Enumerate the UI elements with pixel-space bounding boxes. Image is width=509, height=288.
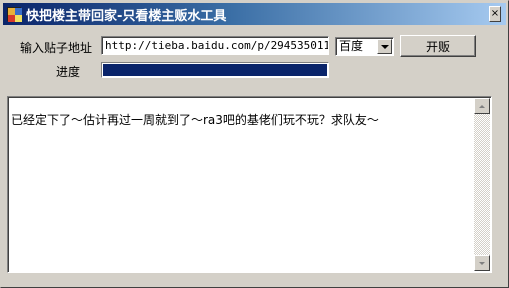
source-select[interactable]: 百度: [335, 37, 394, 56]
progress-fill: [103, 64, 327, 76]
scroll-down-icon[interactable]: [474, 255, 490, 271]
progress-label: 进度: [56, 65, 81, 79]
title-bar[interactable]: 快把楼主带回家-只看楼主贩水工具 ×: [3, 3, 506, 25]
title-controls: ×: [488, 5, 502, 23]
scroll-up-icon[interactable]: [474, 98, 490, 114]
main-window: 快把楼主带回家-只看楼主贩水工具 × 输入贴子地址 http://tieba.b…: [0, 0, 509, 288]
progress-bar: [101, 62, 329, 78]
url-label: 输入贴子地址: [20, 41, 93, 55]
vertical-scrollbar[interactable]: [474, 98, 490, 271]
output-textarea[interactable]: 已经定下了～估计再过一周就到了～ra3吧的基佬们玩不玩？求队友～: [7, 96, 492, 273]
start-button[interactable]: 开贩: [400, 35, 476, 57]
window-title: 快把楼主带回家-只看楼主贩水工具: [26, 8, 227, 24]
dropdown-arrow-icon[interactable]: [377, 39, 392, 54]
output-text: 已经定下了～估计再过一周就到了～ra3吧的基佬们玩不玩？求队友～: [11, 113, 379, 127]
start-button-label: 开贩: [425, 39, 450, 54]
app-icon: [7, 7, 22, 22]
close-button[interactable]: ×: [489, 6, 501, 22]
url-input[interactable]: http://tieba.baidu.com/p/2945350117: [101, 36, 329, 55]
source-select-value: 百度: [339, 39, 364, 53]
